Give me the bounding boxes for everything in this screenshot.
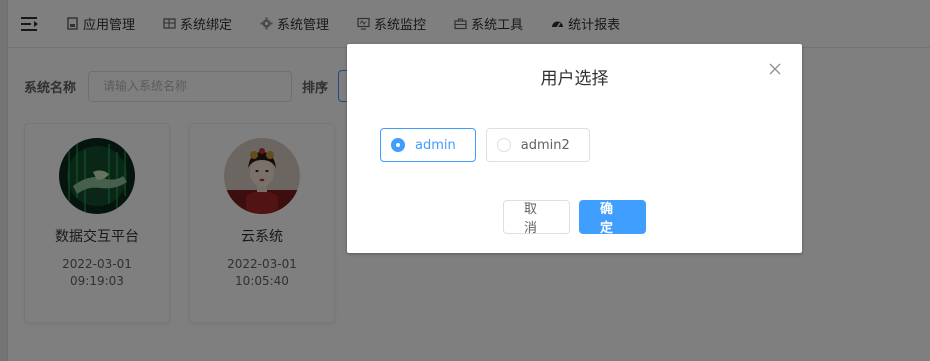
user-select-dialog: 用户选择 admin admin2 取消 确定 bbox=[347, 44, 802, 253]
radio-admin2[interactable]: admin2 bbox=[485, 128, 590, 162]
dialog-title: 用户选择 bbox=[540, 69, 609, 89]
cancel-button[interactable]: 取消 bbox=[503, 200, 570, 236]
radio-unchecked-icon bbox=[496, 138, 511, 152]
close-icon[interactable] bbox=[768, 62, 782, 76]
radio-label: admin2 bbox=[520, 137, 570, 153]
dialog-footer: 取消 确定 bbox=[503, 200, 646, 236]
confirm-button[interactable]: 确定 bbox=[579, 200, 646, 236]
radio-admin[interactable]: admin bbox=[380, 128, 476, 162]
user-radio-group: admin admin2 bbox=[380, 128, 600, 162]
radio-label: admin bbox=[415, 137, 456, 153]
radio-checked-icon bbox=[391, 138, 405, 152]
